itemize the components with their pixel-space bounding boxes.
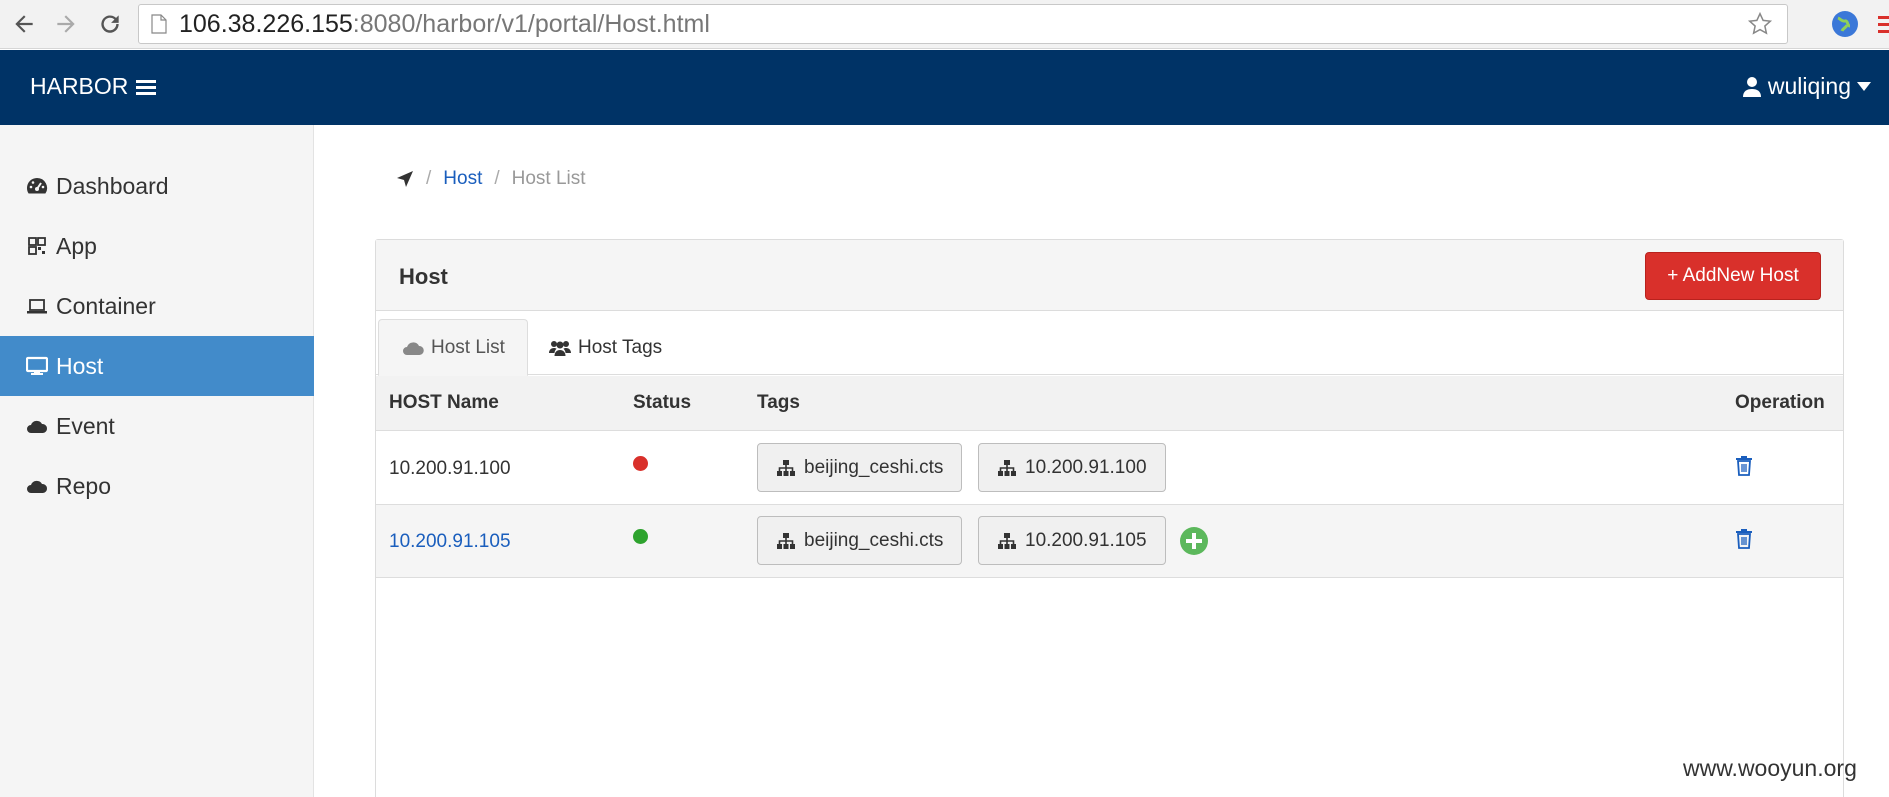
watermark: www.wooyun.org xyxy=(1683,755,1857,781)
add-new-host-button[interactable]: + AddNew Host xyxy=(1645,252,1821,300)
user-name: wuliqing xyxy=(1767,73,1851,99)
qrcode-icon xyxy=(28,237,46,255)
user-icon xyxy=(1742,76,1761,97)
address-bar[interactable]: 106.38.226.155:8080/harbor/v1/portal/Hos… xyxy=(138,4,1788,44)
desktop-icon xyxy=(26,356,48,375)
laptop-icon xyxy=(27,299,47,314)
table-header: HOST Name Status Tags Operation xyxy=(376,376,1843,431)
forward-icon[interactable] xyxy=(50,8,82,40)
sitemap-icon xyxy=(998,459,1016,476)
host-tag[interactable]: 10.200.91.100 xyxy=(978,443,1166,492)
globe-extension-icon[interactable] xyxy=(1830,9,1860,39)
user-menu[interactable]: wuliqing xyxy=(1742,73,1871,100)
url-path: :8080/harbor/v1/portal/Host.html xyxy=(352,9,710,38)
url-text: 106.38.226.155:8080/harbor/v1/portal/Hos… xyxy=(179,10,710,39)
breadcrumb-separator: / xyxy=(494,168,500,189)
chrome-menu-icon[interactable] xyxy=(1878,14,1889,36)
sidebar-item-repo[interactable]: Repo xyxy=(0,456,314,516)
breadcrumb-link-host[interactable]: Host xyxy=(443,168,482,190)
trash-icon[interactable] xyxy=(1735,529,1753,549)
column-header-tags: Tags xyxy=(757,392,800,413)
caret-down-icon xyxy=(1857,81,1871,91)
location-arrow-icon[interactable] xyxy=(396,170,414,188)
sidebar-item-dashboard[interactable]: Dashboard xyxy=(0,156,314,216)
reload-icon[interactable] xyxy=(94,8,126,40)
tab-label: Host List xyxy=(431,336,505,358)
tag-label: beijing_ceshi.cts xyxy=(804,529,944,551)
sidebar-item-container[interactable]: Container xyxy=(0,276,314,336)
breadcrumb-current: Host List xyxy=(511,168,586,189)
table-row: 10.200.91.105 beijing_ceshi.cts 10.200.9… xyxy=(376,505,1843,578)
brand[interactable]: HARBOR xyxy=(30,73,157,100)
sidebar-item-label: Container xyxy=(56,292,156,319)
sitemap-icon xyxy=(998,532,1016,549)
panel-header: Host + AddNew Host xyxy=(376,240,1843,311)
sidebar-item-label: Repo xyxy=(56,472,111,499)
tab-host-tags[interactable]: Host Tags xyxy=(526,319,684,376)
add-tag-plus-icon[interactable] xyxy=(1179,526,1209,556)
host-tag[interactable]: beijing_ceshi.cts xyxy=(757,443,963,492)
sidebar-item-label: App xyxy=(56,232,97,259)
hamburger-icon[interactable] xyxy=(136,78,157,96)
column-header-host-name: HOST Name xyxy=(389,392,499,413)
page-icon xyxy=(151,14,167,34)
column-header-operation: Operation xyxy=(1735,392,1825,413)
breadcrumb-separator: / xyxy=(426,168,432,189)
sidebar-item-event[interactable]: Event xyxy=(0,396,314,456)
breadcrumb: / Host / Host List xyxy=(396,168,586,190)
sidebar-item-label: Event xyxy=(56,412,115,439)
cloud-icon xyxy=(27,420,48,433)
tab-label: Host Tags xyxy=(578,336,663,358)
host-tag[interactable]: 10.200.91.105 xyxy=(978,516,1166,565)
trash-icon[interactable] xyxy=(1735,456,1753,476)
host-name-link[interactable]: 10.200.91.105 xyxy=(389,531,511,553)
url-host: 106.38.226.155 xyxy=(179,9,353,38)
tag-label: 10.200.91.100 xyxy=(1025,456,1147,478)
sidebar-item-app[interactable]: App xyxy=(0,216,314,276)
column-header-status: Status xyxy=(633,392,692,413)
tab-bar: Host List Host Tags xyxy=(376,311,1843,376)
app-header: HARBOR wuliqing xyxy=(0,50,1889,125)
bookmark-star-icon[interactable] xyxy=(1747,11,1773,37)
sitemap-icon xyxy=(777,532,795,549)
host-panel: Host + AddNew Host Host List Host Tags H… xyxy=(375,239,1844,797)
sitemap-icon xyxy=(777,459,795,476)
host-tag[interactable]: beijing_ceshi.cts xyxy=(757,516,963,565)
sidebar-item-host[interactable]: Host xyxy=(0,336,314,396)
users-icon xyxy=(549,340,571,356)
status-dot-offline xyxy=(633,456,648,471)
sidebar: Dashboard App Container Host Event Repo xyxy=(0,125,314,797)
brand-label: HARBOR xyxy=(30,73,129,99)
dashboard-icon xyxy=(27,177,48,194)
table-row: 10.200.91.100 beijing_ceshi.cts 10.200.9… xyxy=(376,432,1843,505)
cloud-icon xyxy=(403,341,424,355)
tag-label: beijing_ceshi.cts xyxy=(804,456,944,478)
cloud-icon xyxy=(27,480,48,493)
status-dot-online xyxy=(633,529,648,544)
panel-title: Host xyxy=(399,264,448,289)
tag-label: 10.200.91.105 xyxy=(1025,529,1147,551)
tab-host-list[interactable]: Host List xyxy=(378,319,528,376)
sidebar-item-label: Dashboard xyxy=(56,172,169,199)
browser-toolbar: 106.38.226.155:8080/harbor/v1/portal/Hos… xyxy=(0,0,1889,49)
host-name: 10.200.91.100 xyxy=(389,458,511,479)
back-icon[interactable] xyxy=(8,8,40,40)
sidebar-item-label: Host xyxy=(56,352,104,379)
